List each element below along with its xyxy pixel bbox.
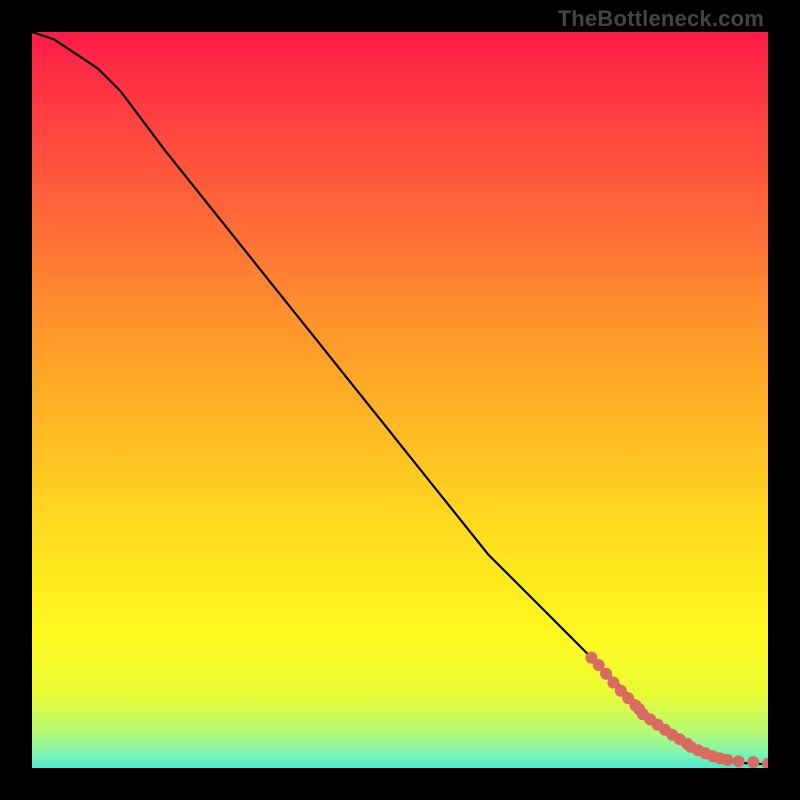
chart-markers bbox=[585, 652, 768, 768]
marker-point bbox=[733, 755, 745, 767]
marker-point bbox=[722, 754, 734, 766]
chart-line bbox=[32, 32, 768, 764]
watermark-text: TheBottleneck.com bbox=[558, 6, 764, 32]
chart-svg bbox=[32, 32, 768, 768]
plot-area bbox=[32, 32, 768, 768]
marker-point bbox=[762, 758, 768, 768]
marker-point bbox=[747, 756, 759, 768]
